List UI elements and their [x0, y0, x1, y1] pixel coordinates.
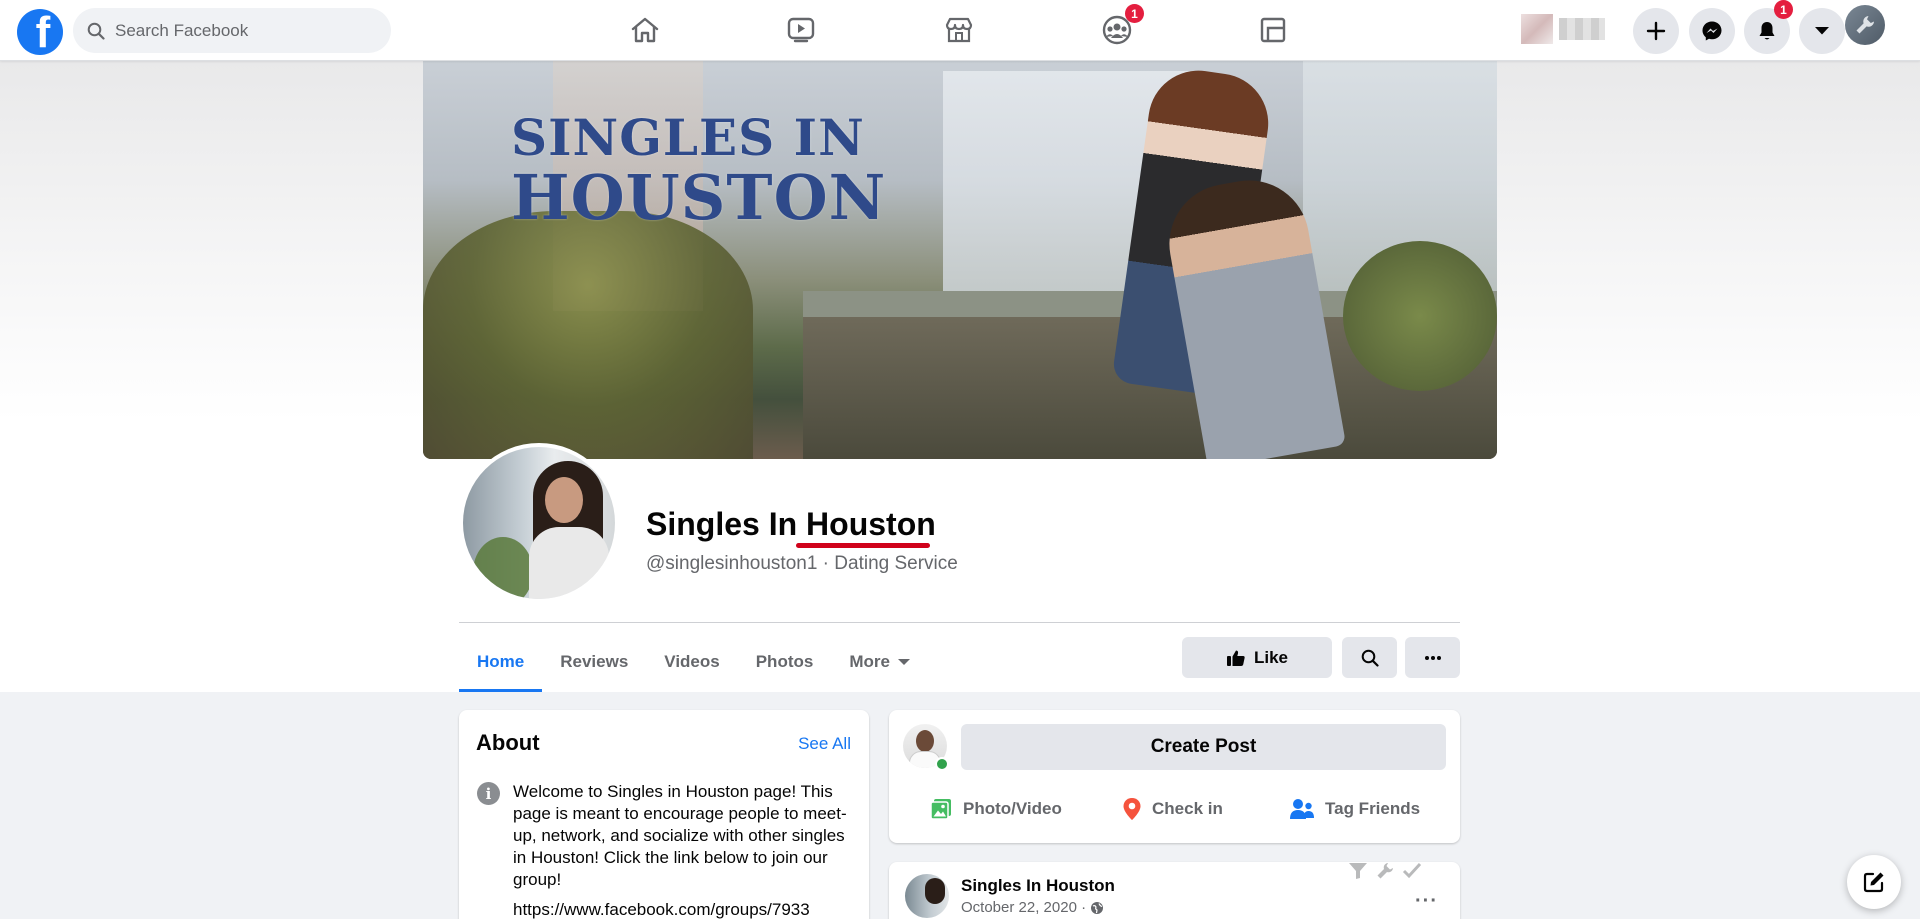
see-all-link[interactable]: See All — [798, 734, 851, 754]
post-card: Singles In Houston October 22, 2020 · ··… — [889, 862, 1460, 919]
account-menu-button[interactable] — [1799, 8, 1845, 54]
about-description: Welcome to Singles in Houston page! This… — [513, 782, 847, 889]
more-options-button[interactable] — [1405, 637, 1460, 678]
gaming-icon — [1260, 17, 1286, 43]
page-tabs: Home Reviews Videos Photos More — [459, 632, 928, 692]
info-icon: i — [477, 782, 500, 805]
cover-photo[interactable]: SINGLES IN HOUSTON — [423, 61, 1497, 459]
photo-video-action[interactable]: Photo/Video — [929, 792, 1062, 826]
post-timestamp[interactable]: October 22, 2020 · — [961, 899, 1104, 916]
annotation-underline — [796, 543, 930, 548]
about-card: About See All i Welcome to Singles in Ho… — [459, 710, 869, 919]
post-toolbar — [1348, 862, 1422, 880]
header-divider — [459, 622, 1460, 623]
notifications-badge: 1 — [1774, 0, 1793, 19]
notifications-button[interactable]: 1 — [1744, 0, 1793, 54]
nav-gaming[interactable] — [1243, 10, 1303, 50]
like-button-label: Like — [1253, 647, 1289, 667]
action-label: Photo/Video — [963, 799, 1062, 818]
cover-trees — [423, 211, 753, 459]
groups-notification-badge: 1 — [1125, 4, 1144, 23]
facebook-logo-icon[interactable]: f — [17, 9, 63, 55]
checkmark-icon[interactable] — [1402, 862, 1422, 880]
create-post-button[interactable]: Create Post — [961, 724, 1446, 770]
post-author-name[interactable]: Singles In Houston — [961, 876, 1115, 896]
online-status-dot — [935, 757, 949, 771]
tab-label: More — [849, 652, 890, 671]
nav-watch[interactable] — [771, 10, 831, 50]
search-box[interactable] — [73, 8, 391, 53]
messenger-button[interactable] — [1689, 8, 1735, 54]
create-post-card: Create Post Photo/Video Check in Tag Fri… — [889, 710, 1460, 843]
new-message-button[interactable] — [1847, 855, 1901, 909]
cover-title-line1: SINGLES IN — [511, 108, 865, 167]
more-dots-icon — [1424, 655, 1441, 660]
messenger-icon — [1702, 21, 1722, 41]
home-icon — [631, 17, 659, 43]
cover-title-line2: HOUSTON — [511, 161, 887, 234]
caret-down-icon — [1815, 27, 1829, 35]
page-title: Singles In Houston — [646, 506, 936, 542]
wrench-icon[interactable] — [1376, 862, 1394, 880]
search-input[interactable] — [115, 20, 355, 41]
tag-friends-action[interactable]: Tag Friends — [1289, 792, 1420, 826]
avatar-head — [916, 730, 934, 752]
post-author-avatar[interactable] — [905, 874, 949, 918]
tab-label: Reviews — [560, 652, 629, 671]
profile-shortcut-blurred[interactable] — [1521, 14, 1613, 44]
wrench-icon — [1856, 16, 1874, 34]
bell-icon — [1759, 22, 1775, 40]
search-icon — [87, 22, 105, 40]
cover-trees — [1343, 241, 1497, 391]
extension-button[interactable] — [1845, 5, 1885, 45]
profile-photo-plant — [473, 537, 533, 599]
about-title: About — [476, 730, 540, 755]
tab-more[interactable]: More — [831, 632, 928, 692]
avatar-hair — [925, 878, 945, 904]
search-icon — [1361, 649, 1379, 667]
profile-picture[interactable] — [459, 443, 619, 603]
top-navigation-bar: f 1 1 — [0, 0, 1920, 61]
tab-reviews[interactable]: Reviews — [542, 632, 646, 692]
page-handle-category: @singlesinhouston1 · Dating Service — [646, 553, 958, 574]
watch-icon — [787, 17, 815, 43]
post-more-button[interactable]: ··· — [1415, 890, 1438, 913]
profile-photo — [463, 447, 615, 599]
tag-friends-icon — [1290, 799, 1314, 819]
profile-photo-face — [545, 477, 583, 523]
check-in-action[interactable]: Check in — [1122, 792, 1223, 826]
post-date-text: October 22, 2020 · — [961, 899, 1087, 916]
cover-title: SINGLES IN HOUSTON — [511, 113, 886, 229]
like-button[interactable]: Like — [1182, 637, 1332, 678]
cover-couple — [1093, 64, 1347, 459]
globe-icon — [1091, 901, 1104, 914]
cover-man — [1159, 170, 1347, 459]
page-search-button[interactable] — [1342, 637, 1397, 678]
nav-home[interactable] — [615, 10, 675, 50]
tab-label: Videos — [664, 652, 720, 671]
create-button[interactable] — [1633, 8, 1679, 54]
avatar — [1521, 14, 1553, 44]
location-pin-icon — [1123, 798, 1141, 820]
action-label: Check in — [1152, 799, 1223, 818]
tab-videos[interactable]: Videos — [646, 632, 737, 692]
tab-label: Home — [477, 652, 525, 671]
profile-photo-body — [529, 527, 609, 599]
tab-photos[interactable]: Photos — [738, 632, 832, 692]
action-label: Tag Friends — [1325, 799, 1421, 818]
nav-groups[interactable]: 1 — [1087, 4, 1147, 50]
nav-marketplace[interactable] — [929, 10, 989, 50]
thumbs-up-icon — [1226, 650, 1245, 666]
filter-icon[interactable] — [1348, 862, 1368, 880]
group-link[interactable]: https://www.facebook.com/groups/7933 — [513, 900, 848, 919]
profile-name-blurred — [1559, 18, 1605, 40]
plus-icon — [1646, 21, 1666, 41]
photo-icon — [930, 799, 951, 820]
compose-icon — [1863, 872, 1884, 893]
tab-label: Photos — [755, 652, 814, 671]
tab-home[interactable]: Home — [459, 632, 543, 692]
chevron-down-icon — [897, 659, 910, 665]
marketplace-icon — [945, 17, 973, 43]
